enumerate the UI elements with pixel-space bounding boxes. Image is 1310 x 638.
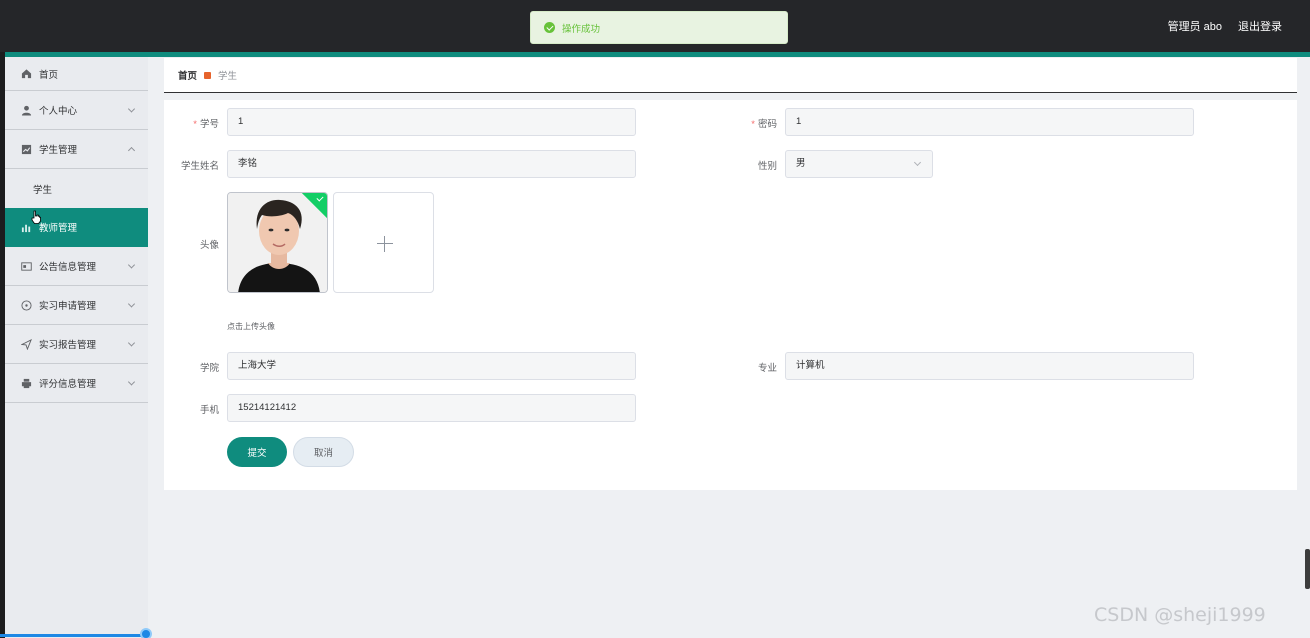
- chevron-down-icon: [127, 105, 136, 113]
- sidebar-item-notice-management[interactable]: 公告信息管理: [5, 247, 148, 286]
- sidebar-item-label: 教师管理: [39, 223, 78, 234]
- card-icon: [21, 261, 32, 272]
- student-id-label: * 学号: [193, 119, 219, 130]
- breadcrumb-home[interactable]: 首页: [178, 68, 197, 82]
- password-label: * 密码: [751, 119, 777, 130]
- sidebar-item-score-management[interactable]: 评分信息管理: [5, 364, 148, 403]
- sidebar-item-home[interactable]: 首页: [5, 57, 148, 91]
- home-icon: [21, 68, 32, 79]
- password-input[interactable]: 1: [785, 108, 1194, 136]
- student-id-input[interactable]: 1: [227, 108, 636, 136]
- gender-label: 性别: [757, 161, 777, 172]
- cancel-button[interactable]: 取消: [293, 437, 354, 467]
- scrollbar-stub: [1305, 549, 1310, 589]
- avatar-photo: [228, 193, 327, 292]
- gender-select-value: 男: [796, 158, 806, 169]
- sidebar-subitem-student[interactable]: 学生: [5, 169, 148, 208]
- toast-message: 操作成功: [562, 23, 601, 35]
- watermark: CSDN @sheji1999: [1094, 604, 1266, 626]
- chevron-down-icon: [127, 261, 136, 269]
- sidebar-item-teacher-management[interactable]: 教师管理: [5, 208, 148, 247]
- sidebar-item-label: 评分信息管理: [39, 379, 97, 390]
- sidebar-item-student-management[interactable]: 学生管理: [5, 130, 148, 169]
- compass-icon: [21, 299, 32, 311]
- breadcrumb-current: 学生: [218, 71, 238, 82]
- chart-icon: [21, 144, 32, 155]
- college-label: 学院: [199, 363, 219, 374]
- gender-select[interactable]: 男: [785, 150, 933, 178]
- avatar-image[interactable]: [227, 192, 328, 293]
- sidebar: 首页 个人中心 学生管理 学生 教师管理 公告信息管理 实习申请管理 实习报告管…: [5, 57, 148, 638]
- success-toast: 操作成功: [530, 11, 788, 44]
- chevron-up-icon: [127, 146, 136, 155]
- sidebar-item-internship-application[interactable]: 实习申请管理: [5, 286, 148, 325]
- breadcrumb-separator-icon: [204, 71, 212, 79]
- admin-user-label[interactable]: 管理员 abo: [1168, 18, 1222, 34]
- avatar-label: 头像: [199, 240, 219, 251]
- plus-icon: [377, 243, 393, 244]
- chevron-down-icon: [127, 339, 136, 347]
- chevron-down-icon: [913, 158, 922, 167]
- top-right-actions: 管理员 abo 退出登录: [1168, 18, 1282, 34]
- college-input[interactable]: 上海大学: [227, 352, 636, 380]
- student-name-input[interactable]: 李铭: [227, 150, 636, 178]
- check-circle-icon: [544, 22, 555, 33]
- top-accent-stripe: [5, 52, 1310, 57]
- avatar-upload-button[interactable]: [333, 192, 434, 293]
- sidebar-item-label: 实习申请管理: [39, 301, 97, 312]
- chevron-down-icon: [127, 378, 136, 386]
- chevron-down-icon: [127, 300, 136, 308]
- major-label: 专业: [757, 363, 777, 374]
- student-form: * 学号 1 * 密码 1 学生姓名 李铭 性别 男 头像 点击上传头像 学院 上海…: [164, 100, 1297, 490]
- student-name-label: 学生姓名: [180, 161, 219, 172]
- sidebar-item-label: 实习报告管理: [39, 340, 97, 351]
- major-input[interactable]: 计算机: [785, 352, 1194, 380]
- submit-button[interactable]: 提交: [227, 437, 287, 467]
- breadcrumb: 首页 学生: [164, 58, 1297, 93]
- progress-handle[interactable]: [140, 628, 152, 638]
- sidebar-item-label: 个人中心: [39, 106, 78, 117]
- sidebar-item-personal-center[interactable]: 个人中心: [5, 91, 148, 130]
- progress-line: [0, 634, 148, 637]
- phone-input[interactable]: 15214121412: [227, 394, 636, 422]
- sidebar-item-label: 学生管理: [39, 145, 78, 156]
- user-icon: [21, 105, 32, 116]
- send-icon: [21, 338, 32, 350]
- sidebar-item-internship-report[interactable]: 实习报告管理: [5, 325, 148, 364]
- phone-label: 手机: [199, 405, 219, 416]
- sidebar-item-label: 首页: [39, 69, 59, 81]
- hand-cursor-icon: [31, 210, 41, 224]
- printer-icon: [21, 378, 32, 389]
- avatar-upload-tip: 点击上传头像: [227, 322, 275, 331]
- logout-link[interactable]: 退出登录: [1238, 18, 1282, 34]
- sidebar-item-label: 学生: [33, 184, 53, 196]
- sidebar-item-label: 公告信息管理: [39, 262, 97, 273]
